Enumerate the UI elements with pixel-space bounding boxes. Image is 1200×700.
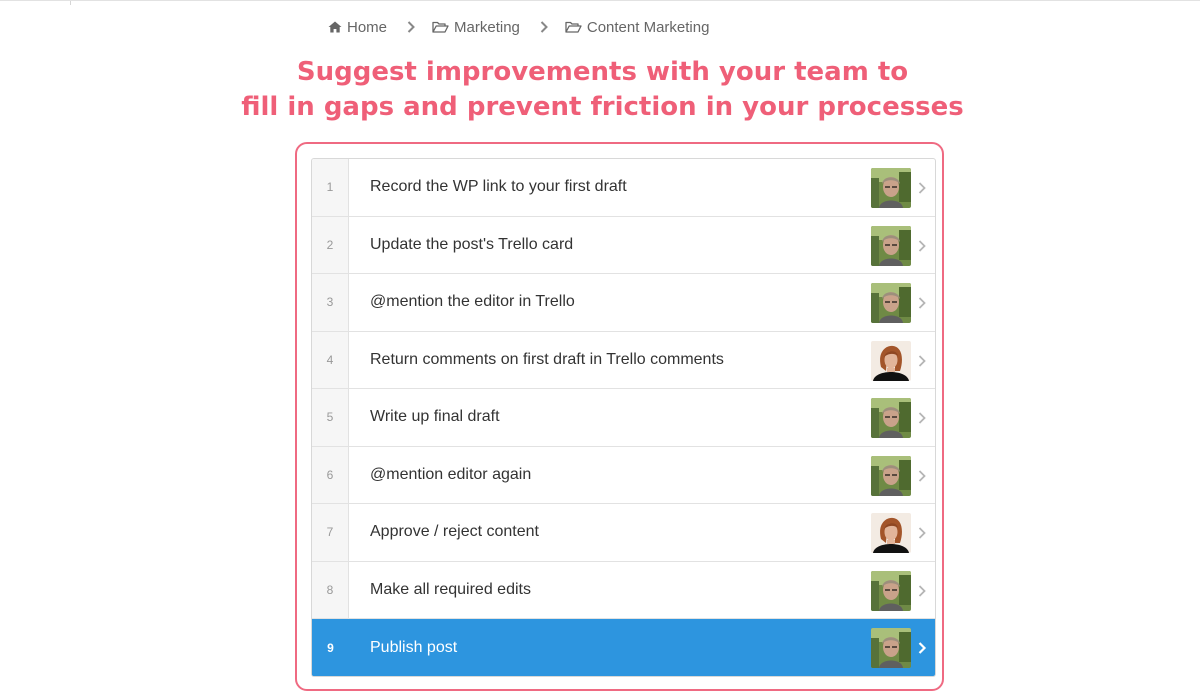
step-number: 7	[312, 504, 349, 561]
breadcrumb-content-marketing[interactable]: Content Marketing	[565, 18, 710, 36]
top-divider	[70, 1, 71, 5]
breadcrumb-home-label: Home	[347, 18, 388, 36]
headline-line-1: Suggest improvements with your team to	[296, 57, 909, 87]
assignee-man-avatar[interactable]	[871, 628, 911, 668]
step-label: Update the post's Trello card	[370, 235, 574, 253]
checklist-item[interactable]: 2 Update the post's Trello card	[312, 216, 935, 274]
top-border	[0, 0, 1200, 6]
checklist: 1 Record the WP link to your first draft …	[311, 158, 936, 677]
step-number: 2	[312, 216, 349, 273]
step-number: 1	[312, 159, 349, 216]
step-label: Record the WP link to your first draft	[370, 178, 627, 196]
chevron-right-icon[interactable]	[917, 526, 927, 540]
checklist-item[interactable]: 1 Record the WP link to your first draft	[312, 159, 935, 217]
step-label: Return comments on first draft in Trello…	[370, 350, 724, 368]
step-label: Make all required edits	[370, 580, 531, 598]
assignee-man-avatar[interactable]	[871, 398, 911, 438]
breadcrumb-home[interactable]: Home	[328, 19, 387, 36]
chevron-right-icon[interactable]	[917, 354, 927, 368]
folder-icon	[432, 21, 449, 33]
chevron-right-icon	[540, 21, 549, 33]
chevron-right-icon[interactable]	[917, 641, 927, 655]
step-label: Approve / reject content	[370, 523, 539, 541]
assignee-man-avatar[interactable]	[871, 455, 911, 496]
folder-icon	[565, 21, 582, 33]
breadcrumb: Home Marketing Content Marketing	[328, 17, 709, 37]
headline-line-2: fill in gaps and prevent friction in you…	[241, 92, 964, 122]
assignee-man-avatar[interactable]	[871, 283, 911, 323]
chevron-right-icon[interactable]	[917, 181, 927, 195]
step-label: @mention editor again	[370, 465, 532, 483]
assignee-woman-avatar[interactable]	[871, 513, 911, 553]
chevron-right-icon[interactable]	[917, 411, 927, 425]
breadcrumb-marketing-label: Marketing	[454, 18, 520, 36]
chevron-right-icon	[407, 21, 416, 33]
assignee-man-avatar[interactable]	[871, 570, 911, 611]
chevron-right-icon[interactable]	[917, 469, 927, 483]
step-number: 9	[312, 619, 349, 676]
assignee-man-avatar[interactable]	[871, 225, 911, 266]
step-label: Write up final draft	[370, 408, 500, 426]
checklist-item[interactable]: 9 Publish post	[312, 619, 935, 676]
checklist-item[interactable]: 4 Return comments on first draft in Trell…	[312, 331, 935, 389]
step-number: 4	[312, 331, 349, 388]
breadcrumb-content-marketing-label: Content Marketing	[586, 18, 710, 36]
step-label: Publish post	[370, 638, 458, 656]
chevron-right-icon[interactable]	[917, 296, 927, 310]
chevron-right-icon[interactable]	[917, 584, 927, 598]
step-number: 8	[312, 561, 349, 618]
checklist-item[interactable]: 6 @mention editor again	[312, 446, 935, 504]
headline: Suggest improvements with your team to f…	[200, 55, 1005, 125]
step-number: 3	[312, 274, 349, 331]
breadcrumb-marketing[interactable]: Marketing	[432, 19, 520, 36]
step-label: @mention the editor in Trello	[370, 293, 575, 311]
checklist-item[interactable]: 8 Make all required edits	[312, 561, 935, 619]
checklist-item[interactable]: 7 Approve / reject content	[312, 504, 935, 562]
checklist-item[interactable]: 5 Write up final draft	[312, 389, 935, 447]
step-number: 6	[312, 446, 349, 503]
assignee-woman-avatar[interactable]	[871, 340, 911, 381]
checklist-item[interactable]: 3 @mention the editor in Trello	[312, 274, 935, 332]
assignee-man-avatar[interactable]	[871, 168, 911, 208]
chevron-right-icon[interactable]	[917, 239, 927, 253]
step-number: 5	[312, 389, 349, 446]
home-icon	[328, 21, 342, 33]
